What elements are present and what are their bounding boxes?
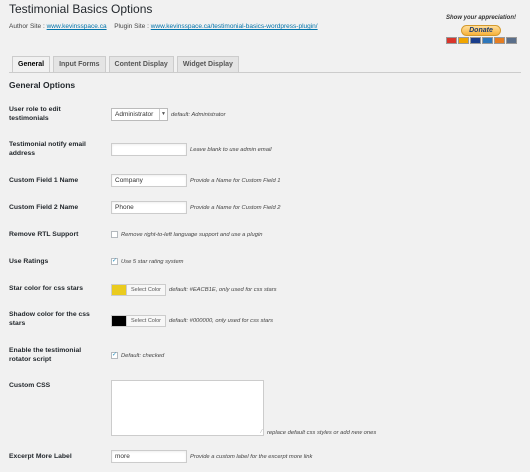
notify-email-label: Testimonial notify email address [9,141,86,157]
shadow-select-color-button[interactable]: Select Color [126,316,165,326]
mastercard-icon [445,37,457,44]
remove-rtl-checkbox[interactable] [111,231,118,238]
shadow-color-swatch [112,316,126,326]
remove-rtl-label: Remove RTL Support [9,231,79,238]
rotator-script-desc: Default: checked [121,352,165,359]
author-site-label: Author Site : [9,23,45,30]
user-role-label: User role to edit testimonials [9,106,61,122]
shadow-color-desc: default: #000000, only used for css star… [168,318,274,324]
tab-widget-display[interactable]: Widget Display [176,56,239,72]
user-role-select[interactable]: Administrator ▼ [111,108,168,121]
custom-css-desc: replace default css styles or add new on… [267,430,377,436]
tab-divider [9,72,521,73]
custom-css-label: Custom CSS [9,382,51,389]
user-role-value: Administrator [115,111,154,118]
star-color-label: Star color for css stars [9,285,84,292]
tab-input-forms[interactable]: Input Forms [53,56,106,72]
resize-grip-icon[interactable]: ⁄ [261,429,262,435]
rotator-script-checkbox[interactable]: ✓ [111,352,118,359]
discover-icon [493,37,505,44]
plugin-site-link[interactable]: www.kevinsspace.ca/testimonial-basics-wo… [151,23,318,30]
plugin-site-label: Plugin Site : [114,23,149,30]
use-ratings-label: Use Ratings [9,258,49,265]
remove-rtl-desc: Remove right-to-left language support an… [121,231,263,238]
tab-bar: General Input Forms Content Display Widg… [12,56,239,72]
maestro-icon [457,37,469,44]
donate-button[interactable]: Donate [461,25,501,36]
custom-field-2-label: Custom Field 2 Name [9,204,79,211]
user-role-desc: default: Administrator [171,111,226,118]
tab-general[interactable]: General [12,56,51,72]
shadow-color-label: Shadow color for the css stars [9,311,90,327]
site-links: Author Site : www.kevinsspace.ca Plugin … [9,23,318,30]
custom-field-1-input[interactable]: Company [111,174,187,187]
payment-cards-icon [440,37,522,44]
notify-email-field[interactable] [111,143,187,156]
star-color-desc: default: #EACB1E, only used for css star… [168,287,277,293]
bank-icon [505,37,517,44]
notify-email-desc: Leave blank to use admin email [190,146,272,153]
star-select-color-button[interactable]: Select Color [126,285,165,295]
shadow-color-picker[interactable]: Select Color [111,315,166,327]
visa-icon [469,37,481,44]
excerpt-more-label: Excerpt More Label [9,453,72,460]
custom-field-1-label: Custom Field 1 Name [9,177,79,184]
donate-caption: Show your appreciation! [445,15,516,21]
rotator-script-label: Enable the testimonial rotator script [9,347,82,363]
section-title: General Options [9,80,76,90]
page-title: Testimonial Basics Options [9,2,153,16]
amex-icon [481,37,493,44]
custom-field-2-input[interactable]: Phone [111,201,187,214]
custom-field-1-desc: Provide a Name for Custom Field 1 [190,177,281,184]
tab-content-display[interactable]: Content Display [108,56,174,72]
custom-css-textarea[interactable]: ⁄ [111,380,264,436]
author-site-link[interactable]: www.kevinsspace.ca [47,23,107,30]
star-color-swatch [112,285,126,295]
donate-box: Show your appreciation! Donate [440,15,522,44]
excerpt-more-input[interactable]: more [111,450,187,463]
chevron-down-icon: ▼ [159,109,167,120]
excerpt-more-desc: Provide a custom label for the excerpt m… [190,453,313,460]
use-ratings-checkbox[interactable]: ✓ [111,258,118,265]
star-color-picker[interactable]: Select Color [111,284,166,296]
custom-field-2-desc: Provide a Name for Custom Field 2 [190,204,281,211]
use-ratings-desc: Use 5 star rating system [121,258,184,265]
